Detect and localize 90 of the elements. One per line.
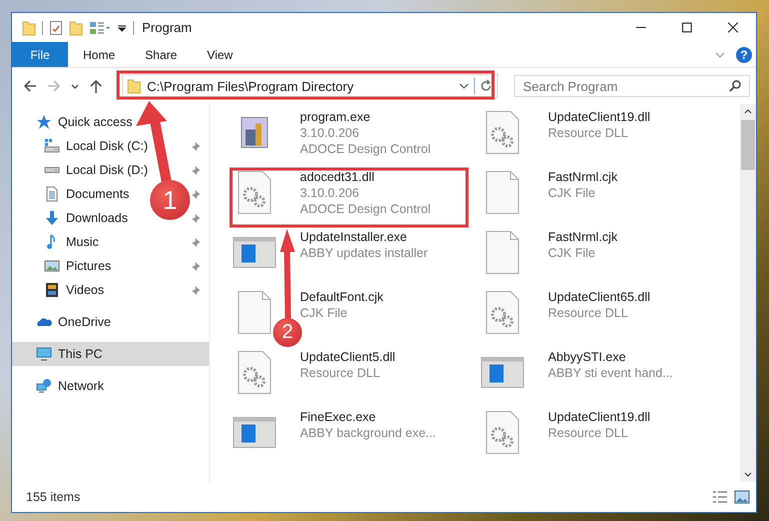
folder-icon xyxy=(127,78,141,94)
back-arrow-icon[interactable] xyxy=(22,78,38,94)
search-field[interactable]: Search Program xyxy=(514,75,750,97)
gear-file-icon[interactable] xyxy=(486,410,518,454)
file-detail: Resource DLL xyxy=(548,305,629,321)
pin-icon[interactable] xyxy=(190,260,201,272)
address-path: C:\Program Files\Program Directory xyxy=(147,78,355,94)
help-button[interactable]: ? xyxy=(736,46,752,62)
file-name[interactable]: UpdateClient65.dll xyxy=(548,290,650,305)
gear-file-icon[interactable] xyxy=(486,110,518,154)
file-detail: ADOCE Design Control xyxy=(300,201,431,217)
pin-icon[interactable] xyxy=(190,164,201,176)
file-name[interactable]: UpdateInstaller.exe xyxy=(300,230,428,245)
sidebar-item[interactable]: Pictures xyxy=(44,254,118,278)
file-name[interactable]: FastNrml.cjk xyxy=(548,170,618,185)
large-icons-view-icon[interactable] xyxy=(734,489,750,505)
pin-icon[interactable] xyxy=(190,188,201,200)
details-view-icon[interactable] xyxy=(712,489,728,505)
picture-icon xyxy=(44,258,60,274)
monitor-icon xyxy=(36,346,52,362)
document-icon xyxy=(44,186,60,202)
file-detail: 3.10.0.206 xyxy=(300,185,360,201)
network-icon xyxy=(36,378,52,394)
file-detail: ABBY sti event hand... xyxy=(548,365,673,381)
drive-icon xyxy=(44,167,60,173)
program-icon[interactable] xyxy=(240,116,268,148)
address-bar[interactable]: C:\Program Files\Program Directory xyxy=(122,74,498,98)
sidebar-item[interactable]: This PC xyxy=(12,342,209,366)
item-count: 155 items xyxy=(26,490,80,504)
gear-file-icon[interactable] xyxy=(238,170,270,214)
drive-icon xyxy=(44,138,60,154)
file-detail: CJK File xyxy=(548,245,596,261)
file-detail: 3.10.0.206 xyxy=(300,125,360,141)
file-name[interactable]: FineExec.exe xyxy=(300,410,436,425)
file-icon[interactable] xyxy=(486,230,518,274)
sidebar-item[interactable]: Videos xyxy=(44,278,110,302)
ribbon-tab[interactable]: Home xyxy=(68,42,130,67)
sidebar-item[interactable]: Local Disk (C:) xyxy=(44,134,154,158)
ribbon-tab[interactable]: Share xyxy=(130,42,192,67)
sidebar-item[interactable]: Network xyxy=(12,374,209,398)
pin-icon[interactable] xyxy=(190,140,201,152)
scrollbar-thumb[interactable] xyxy=(741,120,755,170)
file-detail: CJK File xyxy=(548,185,596,201)
sidebar-item[interactable]: Documents xyxy=(44,182,136,206)
down-arrow-icon xyxy=(44,210,60,226)
file-name[interactable]: program.exe xyxy=(300,110,431,125)
pin-icon[interactable] xyxy=(190,284,201,296)
ribbon-tab[interactable]: View xyxy=(192,42,248,67)
sidebar-item[interactable]: Downloads xyxy=(44,206,134,230)
dropdown-icon[interactable] xyxy=(117,22,127,32)
file-tab[interactable]: File xyxy=(12,42,68,67)
file-detail: CJK File xyxy=(300,305,348,321)
folder-icon[interactable] xyxy=(69,20,83,36)
file-icon[interactable] xyxy=(238,290,270,334)
cloud-icon xyxy=(36,318,52,326)
file-icon[interactable] xyxy=(486,170,518,214)
file-name[interactable]: UpdateClient19.dll xyxy=(548,410,650,425)
pin-icon[interactable] xyxy=(190,236,201,248)
file-detail: ABBY background exe... xyxy=(300,425,436,441)
application-window-icon[interactable] xyxy=(232,236,276,268)
window-title: Program xyxy=(142,20,192,35)
star-icon xyxy=(36,114,52,130)
file-detail: ADOCE Design Control xyxy=(300,141,431,157)
sidebar-item[interactable]: Local Disk (D:) xyxy=(44,158,154,182)
sidebar-item[interactable]: Music xyxy=(44,230,105,254)
search-icon[interactable] xyxy=(728,79,742,93)
folder-icon[interactable] xyxy=(22,20,36,36)
sidebar-item[interactable]: OneDrive xyxy=(12,310,209,334)
up-arrow-icon[interactable] xyxy=(88,78,104,94)
file-name[interactable]: DefaultFont.cjk xyxy=(300,290,384,305)
checklist-icon[interactable] xyxy=(49,20,63,36)
view-options-icon[interactable] xyxy=(89,20,111,36)
file-name[interactable]: adocedt31.dll xyxy=(300,170,431,185)
sidebar-item[interactable]: Quick access xyxy=(12,110,209,134)
film-icon xyxy=(44,282,60,298)
gear-file-icon[interactable] xyxy=(238,350,270,394)
file-detail: ABBY updates installer xyxy=(300,245,428,261)
gear-file-icon[interactable] xyxy=(486,290,518,334)
chevron-down-icon[interactable] xyxy=(70,82,80,90)
file-name[interactable]: AbbyySTI.exe xyxy=(548,350,673,365)
application-window-icon[interactable] xyxy=(480,356,524,388)
file-detail: Resource DLL xyxy=(300,365,381,381)
file-name[interactable]: UpdateClient5.dll xyxy=(300,350,396,365)
file-name[interactable]: UpdateClient19.dll xyxy=(548,110,650,125)
application-window-icon[interactable] xyxy=(232,416,276,448)
file-detail: Resource DLL xyxy=(548,425,629,441)
file-detail: Resource DLL xyxy=(548,125,629,141)
pin-icon[interactable] xyxy=(190,212,201,224)
file-name[interactable]: FastNrml.cjk xyxy=(548,230,618,245)
scrollbar[interactable] xyxy=(740,104,756,482)
